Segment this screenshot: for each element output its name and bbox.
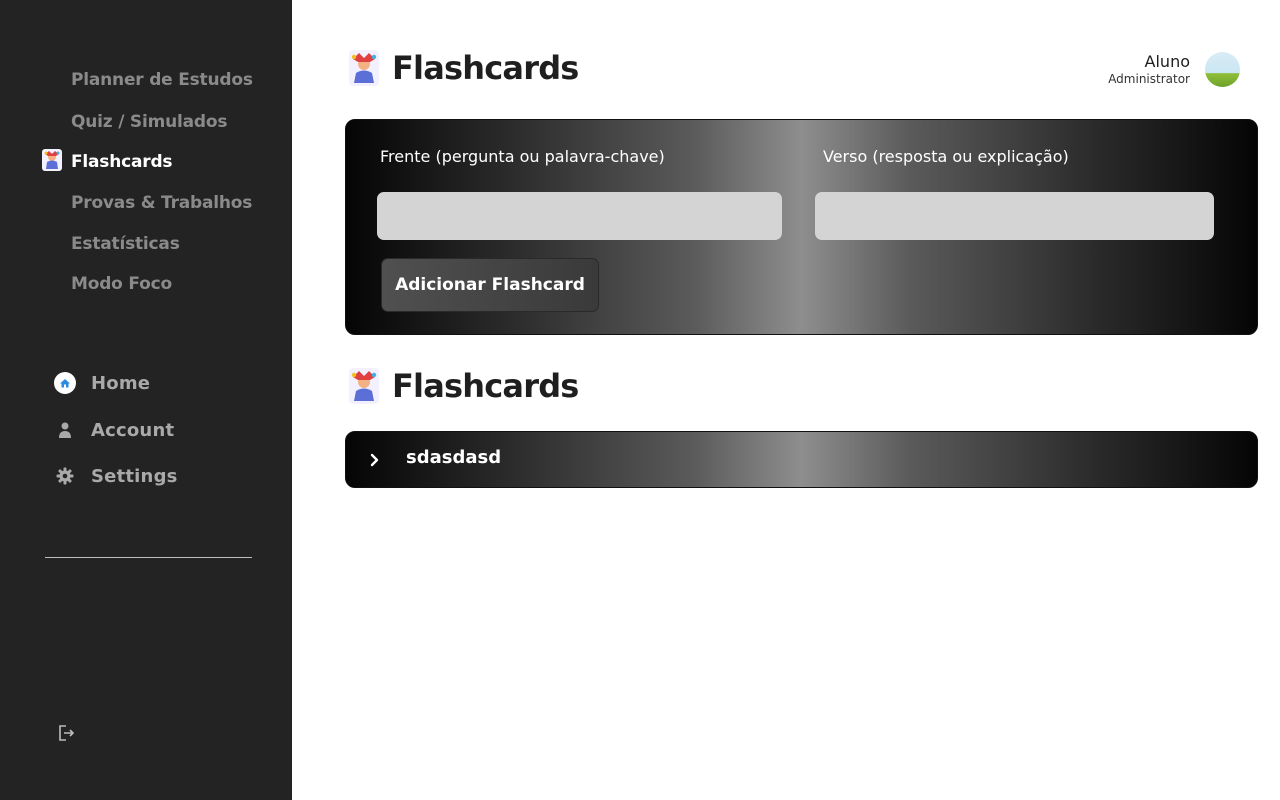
flashcards-icon xyxy=(349,368,379,404)
sidebar-item-provas[interactable]: Provas & Trabalhos xyxy=(71,193,252,213)
sidebar-item-settings[interactable]: Settings xyxy=(54,463,178,489)
front-label: Frente (pergunta ou palavra-chave) xyxy=(380,147,665,166)
sidebar-item-home[interactable]: Home xyxy=(54,370,150,396)
home-icon xyxy=(54,372,76,394)
flashcards-icon xyxy=(42,149,62,171)
sidebar-item-planner[interactable]: Planner de Estudos xyxy=(71,70,253,90)
flashcard-form: Frente (pergunta ou palavra-chave) Verso… xyxy=(345,119,1258,335)
sidebar-item-modo-foco[interactable]: Modo Foco xyxy=(71,274,172,294)
sidebar-item-label: Home xyxy=(91,372,151,394)
sidebar: Planner de Estudos Quiz / Simulados Flas… xyxy=(0,0,292,800)
back-input[interactable] xyxy=(815,192,1214,240)
logout-icon[interactable] xyxy=(57,724,75,742)
page-title: Flashcards xyxy=(348,48,579,88)
sidebar-item-quiz[interactable]: Quiz / Simulados xyxy=(71,112,227,132)
gear-icon xyxy=(54,465,76,487)
flashcard-item[interactable]: sdasdasd xyxy=(345,431,1258,488)
back-label: Verso (resposta ou explicação) xyxy=(823,147,1069,166)
sidebar-item-label: Settings xyxy=(91,465,178,487)
list-title-text: Flashcards xyxy=(392,367,579,405)
sidebar-item-estatisticas[interactable]: Estatísticas xyxy=(71,234,180,254)
sidebar-item-flashcards[interactable]: Flashcards xyxy=(71,152,173,172)
flashcard-item-label: sdasdasd xyxy=(406,447,502,468)
user-name: Aluno xyxy=(1144,52,1190,71)
avatar[interactable] xyxy=(1205,52,1240,87)
user-info[interactable]: Aluno Administrator xyxy=(1108,52,1190,86)
sidebar-item-label: Account xyxy=(91,419,175,441)
list-title: Flashcards xyxy=(348,366,579,406)
user-icon xyxy=(54,419,76,441)
sidebar-divider xyxy=(45,557,252,558)
user-role: Administrator xyxy=(1108,72,1190,86)
page-title-text: Flashcards xyxy=(392,49,579,87)
add-flashcard-button[interactable]: Adicionar Flashcard xyxy=(381,258,599,312)
flashcards-icon xyxy=(349,50,379,86)
chevron-right-icon[interactable] xyxy=(368,450,382,470)
front-input[interactable] xyxy=(377,192,782,240)
sidebar-item-account[interactable]: Account xyxy=(54,417,174,443)
